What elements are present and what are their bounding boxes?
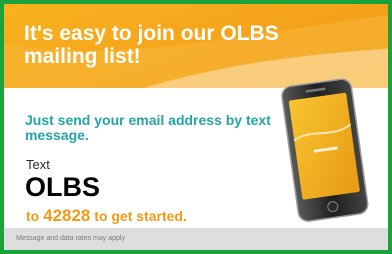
cta-prefix: to xyxy=(26,208,40,224)
short-code: 42828 xyxy=(43,206,91,225)
disclaimer-bar: Message and data rates may apply xyxy=(4,228,388,250)
sms-signup-banner: It's easy to join our OLBS mailing list!… xyxy=(0,0,392,254)
disclaimer-text: Message and data rates may apply xyxy=(16,235,125,242)
sms-keyword: OLBS xyxy=(25,172,101,202)
text-label: Text xyxy=(26,157,50,172)
smartphone-icon xyxy=(281,78,369,222)
call-to-action: to 42828 to get started. xyxy=(26,206,187,226)
cta-suffix: to get started. xyxy=(94,208,187,224)
headline: It's easy to join our OLBS mailing list! xyxy=(24,22,279,68)
instruction-text: Just send your email address by text mes… xyxy=(25,112,271,143)
